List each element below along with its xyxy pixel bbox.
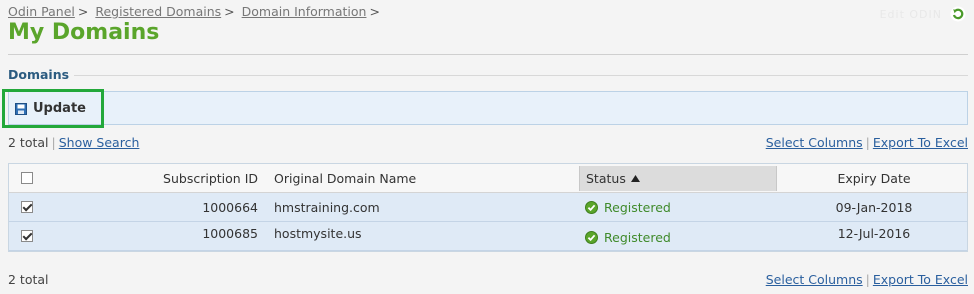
column-header-expiry-date[interactable]: Expiry Date	[779, 164, 969, 192]
refresh-icon[interactable]	[950, 6, 966, 22]
select-columns-link[interactable]: Select Columns	[766, 272, 863, 287]
page-title: My Domains	[8, 20, 160, 45]
breadcrumb-separator: >	[224, 4, 235, 19]
table-actions-bottom: Select Columns | Export To Excel	[766, 272, 968, 287]
select-columns-link[interactable]: Select Columns	[766, 135, 863, 150]
export-excel-link[interactable]: Export To Excel	[873, 135, 968, 150]
table-header-row: Subscription ID Original Domain Name Sta…	[9, 164, 967, 193]
update-button[interactable]: Update	[2, 89, 104, 128]
header-tools: Edit ODIN	[880, 6, 966, 22]
domain-name-cell: hostmysite.us	[274, 226, 362, 241]
header-faded-text: Edit ODIN	[879, 7, 942, 21]
select-all-checkbox[interactable]	[21, 172, 33, 184]
table-actions-top: Select Columns | Export To Excel	[766, 135, 968, 150]
select-all-cell	[21, 164, 37, 192]
status-label: Registered	[604, 230, 671, 245]
expiry-date-cell: 12-Jul-2016	[837, 226, 911, 241]
export-excel-link[interactable]: Export To Excel	[873, 272, 968, 287]
row-checkbox-cell	[21, 222, 37, 250]
column-header-status-label: Status	[586, 171, 626, 186]
expiry-date-cell: 09-Jan-2018	[835, 199, 913, 215]
table-row[interactable]: 1000664 hmstraining.com Registered 09-Ja…	[9, 193, 967, 222]
title-divider	[8, 54, 968, 55]
domains-table: Subscription ID Original Domain Name Sta…	[8, 163, 968, 252]
breadcrumb-odin-panel[interactable]: Odin Panel	[8, 4, 75, 19]
breadcrumb-registered-domains[interactable]: Registered Domains	[95, 4, 221, 19]
status-label: Registered	[604, 199, 671, 215]
divider: |	[51, 135, 56, 150]
summary-top: 2 total | Show Search	[8, 135, 139, 150]
column-header-status[interactable]: Status	[579, 166, 777, 191]
sort-ascending-icon	[630, 175, 640, 182]
row-checkbox[interactable]	[21, 201, 33, 213]
subscription-id-cell: 1000685	[202, 226, 258, 241]
toolbar	[8, 91, 968, 125]
check-circle-icon	[585, 200, 598, 214]
update-button-label: Update	[33, 101, 86, 116]
status-cell: Registered	[579, 193, 777, 221]
divider: |	[865, 272, 870, 287]
check-circle-icon	[585, 231, 598, 244]
domain-name-cell: hmstraining.com	[274, 199, 380, 215]
row-checkbox[interactable]	[21, 230, 33, 242]
total-count: 2 total	[8, 272, 49, 287]
column-header-subscription-id[interactable]: Subscription ID	[109, 164, 258, 192]
table-row[interactable]: 1000685 hostmysite.us Registered 12-Jul-…	[9, 222, 967, 251]
divider: |	[865, 135, 870, 150]
breadcrumb-separator: >	[369, 4, 380, 19]
breadcrumb-separator: >	[77, 4, 89, 19]
breadcrumb-domain-information[interactable]: Domain Information	[242, 4, 367, 19]
column-header-domain-name[interactable]: Original Domain Name	[274, 164, 574, 192]
section-divider	[74, 75, 968, 76]
summary-bottom: 2 total	[8, 272, 49, 287]
breadcrumb: Odin Panel > Registered Domains > Domain I…	[8, 4, 383, 19]
subscription-id-cell: 1000664	[202, 199, 258, 215]
total-count: 2 total	[8, 135, 49, 150]
save-icon	[15, 102, 27, 115]
row-checkbox-cell	[21, 193, 37, 221]
show-search-link[interactable]: Show Search	[59, 135, 140, 150]
section-label-domains: Domains	[8, 67, 70, 82]
status-cell: Registered	[579, 222, 777, 250]
